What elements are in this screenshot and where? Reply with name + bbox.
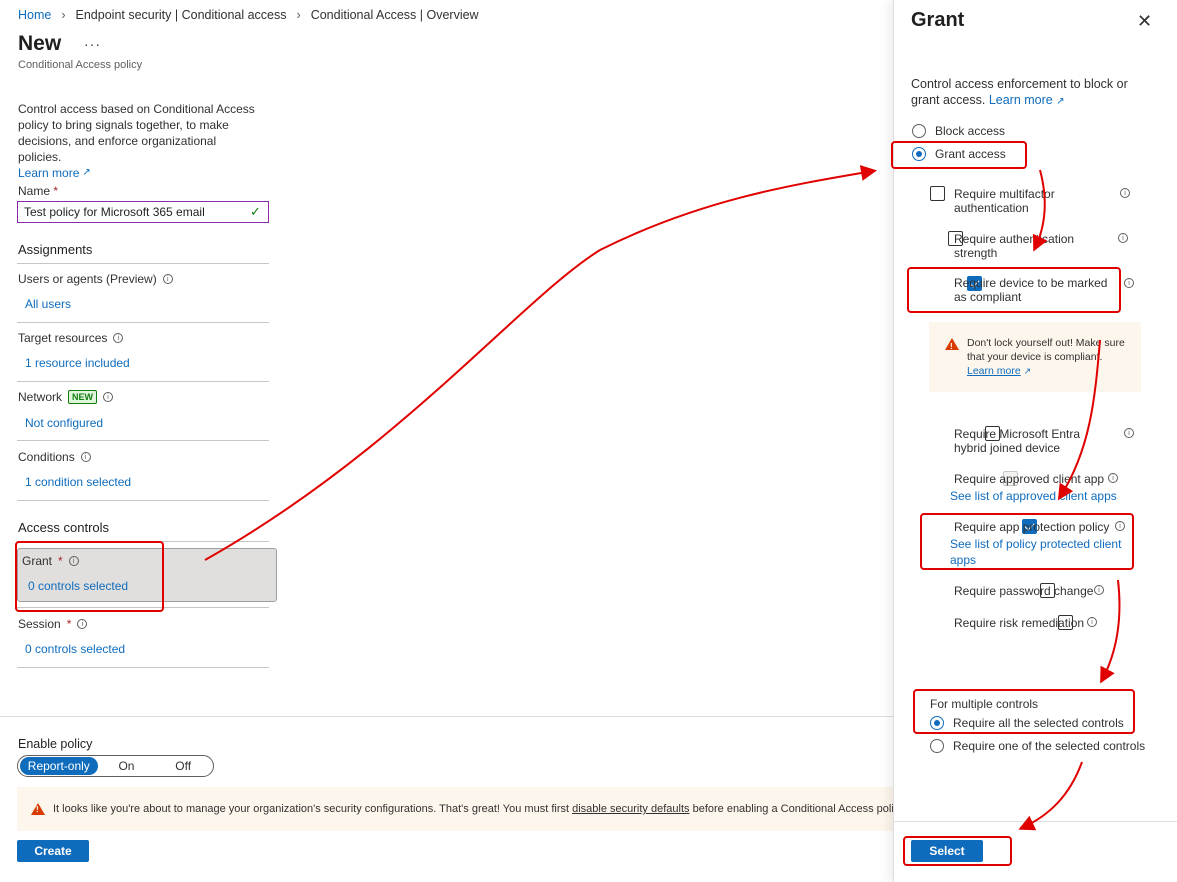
enable-policy-label: Enable policy: [18, 737, 93, 751]
grant-panel-description: Control access enforcement to block or g…: [911, 77, 1128, 107]
target-resources-link[interactable]: 1 resource included: [25, 356, 130, 370]
conditions-link[interactable]: 1 condition selected: [25, 475, 131, 489]
radio-icon[interactable]: [930, 739, 944, 753]
grant-panel-title: Grant: [911, 9, 965, 31]
info-icon[interactable]: i: [1124, 278, 1134, 288]
page-subtitle: Conditional Access policy: [18, 59, 143, 71]
breadcrumb-endpoint-security[interactable]: Endpoint security | Conditional access: [76, 8, 287, 22]
access-controls-title: Access controls: [18, 520, 110, 535]
users-link[interactable]: All users: [25, 297, 71, 311]
annotation-box-device-compliant: [907, 267, 1121, 313]
network-link[interactable]: Not configured: [25, 416, 103, 430]
divider: [17, 263, 269, 264]
warning-icon: [945, 338, 959, 354]
session-controls-link[interactable]: 0 controls selected: [25, 642, 125, 656]
external-link-icon: ↗: [1056, 96, 1065, 107]
toggle-off[interactable]: Off: [155, 757, 211, 775]
close-icon[interactable]: ✕: [1137, 11, 1152, 32]
approved-client-apps-link[interactable]: See list of approved client apps: [950, 488, 1125, 504]
annotation-box-select: [903, 836, 1012, 866]
lockout-warning: Don't lock yourself out! Make sure that …: [929, 322, 1141, 392]
info-icon[interactable]: i: [162, 274, 173, 284]
annotation-box-app-protection: [920, 513, 1134, 570]
breadcrumb: Home › Endpoint security | Conditional a…: [18, 8, 479, 22]
description-text: Control access based on Conditional Acce…: [18, 102, 255, 164]
radio-icon[interactable]: [912, 124, 926, 138]
mfa-label: Require multifactor authentication: [954, 187, 1055, 215]
info-icon[interactable]: i: [1124, 428, 1134, 438]
info-icon[interactable]: i: [77, 619, 88, 629]
lockout-learn-more-link[interactable]: Learn more: [967, 365, 1021, 377]
info-icon[interactable]: i: [1108, 473, 1118, 483]
divider: [17, 440, 269, 441]
network-label: Network NEW i: [18, 390, 114, 404]
info-icon[interactable]: i: [1087, 617, 1097, 627]
disable-security-defaults-link[interactable]: disable security defaults: [572, 803, 689, 815]
info-icon[interactable]: i: [1120, 188, 1130, 198]
security-defaults-warning: It looks like you're about to manage you…: [17, 787, 893, 831]
users-label: Users or agents (Preview) i: [18, 272, 173, 286]
assignments-title: Assignments: [18, 242, 93, 257]
password-change-label: Require password change: [954, 584, 1094, 598]
info-icon[interactable]: i: [113, 333, 124, 343]
divider: [17, 667, 269, 668]
create-button[interactable]: Create: [17, 840, 89, 862]
info-icon[interactable]: i: [103, 392, 114, 402]
annotation-arrow: [204, 165, 877, 561]
annotation-box-multiple-controls: [913, 689, 1135, 734]
session-label: Session * i: [18, 617, 88, 631]
new-badge: NEW: [68, 390, 98, 404]
name-label: Name *: [18, 184, 59, 198]
target-resources-label: Target resources i: [18, 331, 124, 345]
learn-more-link[interactable]: Learn more ↗: [18, 165, 91, 181]
panel-footer-divider: [894, 821, 1177, 822]
block-access-radio[interactable]: Block access: [912, 124, 1005, 138]
grant-learn-more-link[interactable]: Learn more ↗: [989, 93, 1065, 107]
auth-strength-label: Require authentication strength: [954, 232, 1075, 260]
breadcrumb-home[interactable]: Home: [18, 8, 51, 22]
toggle-on[interactable]: On: [98, 757, 156, 775]
external-link-icon: ↗: [1023, 366, 1032, 376]
more-options-icon[interactable]: ···: [84, 36, 101, 52]
info-icon[interactable]: i: [1118, 233, 1128, 243]
chevron-right-icon: ›: [296, 8, 301, 22]
hybrid-joined-label: Require Microsoft Entra hybrid joined de…: [954, 427, 1081, 455]
divider: [17, 322, 269, 323]
policy-description: Control access based on Conditional Acce…: [18, 101, 258, 181]
chevron-right-icon: ›: [61, 8, 66, 22]
enable-policy-toggle: Report-only On Off: [17, 755, 214, 777]
breadcrumb-overview[interactable]: Conditional Access | Overview: [311, 8, 479, 22]
approved-client-app-label: Require approved client app: [954, 472, 1105, 486]
annotation-box-grant: [15, 541, 164, 612]
page-title: New: [18, 32, 62, 55]
footer-divider: [0, 716, 893, 717]
info-icon[interactable]: i: [80, 452, 91, 462]
external-link-icon: ↗: [82, 167, 91, 178]
policy-name-input[interactable]: [17, 201, 269, 223]
divider: [17, 500, 269, 501]
divider: [17, 381, 269, 382]
conditions-label: Conditions i: [18, 450, 91, 464]
require-one-radio[interactable]: Require one of the selected controls: [930, 739, 1145, 753]
checkmark-icon: ✓: [250, 204, 261, 219]
mfa-checkbox[interactable]: [930, 186, 945, 201]
toggle-report-only[interactable]: Report-only: [20, 757, 98, 775]
annotation-box-grant-access: [891, 141, 1027, 169]
warning-icon: [31, 803, 45, 815]
info-icon[interactable]: i: [1094, 585, 1104, 595]
